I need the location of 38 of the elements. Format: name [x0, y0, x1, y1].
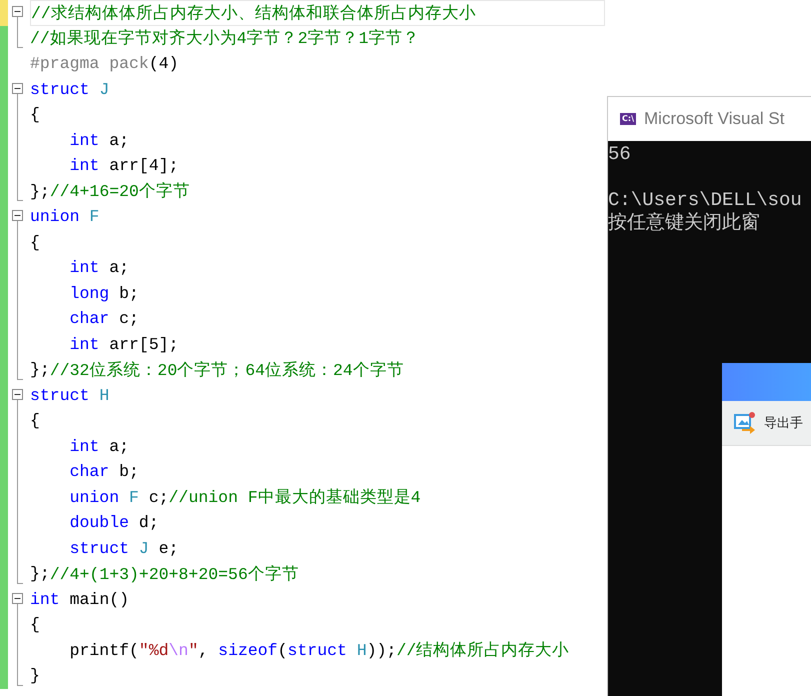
- collapse-icon[interactable]: [12, 6, 23, 17]
- console-output-line: 56: [608, 143, 632, 166]
- code-line: }: [30, 665, 41, 688]
- code-line: union F c;//union F中最大的基础类型是4: [68, 486, 422, 510]
- code-line: };//4+16=20个字节: [30, 180, 191, 204]
- collapse-icon[interactable]: [12, 592, 23, 604]
- code-line: {: [30, 410, 41, 432]
- code-line: #pragma pack(4): [30, 53, 180, 76]
- menu-item[interactable]: 导出手: [722, 401, 811, 446]
- code-line: struct J: [30, 78, 110, 101]
- code-line: char b;: [68, 461, 140, 484]
- code-line: int a;: [68, 436, 130, 458]
- collapse-icon[interactable]: [12, 388, 23, 400]
- code-line: char c;: [68, 308, 140, 330]
- console-output-line: C:\Users\DELL\sou: [608, 189, 803, 212]
- code-line: int a;: [68, 130, 130, 152]
- collapse-icon[interactable]: [12, 82, 23, 94]
- code-line: union F: [30, 206, 100, 228]
- code-line: {: [30, 232, 41, 254]
- console-app-icon: C:\: [620, 113, 636, 125]
- code-line: struct J e;: [68, 538, 180, 560]
- code-line: };//32位系统：20个字节；64位系统：24个字节: [30, 359, 405, 382]
- code-line: };//4+(1+3)+20+8+20=56个字节: [30, 563, 300, 586]
- collapse-icon[interactable]: [12, 210, 23, 221]
- code-line: long b;: [68, 282, 140, 305]
- code-line: {: [30, 104, 41, 126]
- code-line: {: [30, 614, 41, 636]
- code-line: //如果现在字节对齐大小为4字节？2字节？1字节？: [30, 28, 421, 50]
- code-line: struct H: [30, 384, 110, 407]
- console-output-line: 按任意键关闭此窗: [608, 212, 761, 235]
- window-title: Microsoft Visual St: [644, 109, 784, 129]
- code-line: printf("%d\n", sizeof(struct H));//结构体所占内存大小: [68, 640, 570, 662]
- code-line: int a;: [68, 257, 130, 280]
- code-line: double d;: [68, 512, 160, 534]
- code-line: int arr[5];: [68, 334, 180, 356]
- code-line: int main(): [30, 588, 130, 611]
- image-export-icon: [734, 412, 758, 434]
- code-line: int arr[4];: [68, 155, 180, 178]
